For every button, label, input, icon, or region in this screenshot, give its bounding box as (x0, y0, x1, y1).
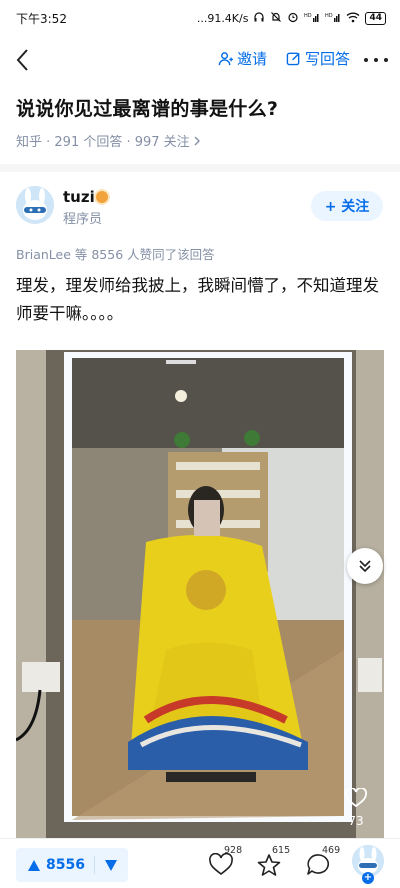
question-meta-text: 知乎 · 291 个回答 · 997 关注 (16, 135, 190, 150)
wifi-icon (346, 11, 360, 25)
like-count: 928 (224, 845, 243, 856)
write-answer-label: 写回答 (305, 50, 351, 68)
answer-image[interactable] (16, 350, 384, 838)
svg-text:HD: HD (325, 13, 333, 19)
question-meta[interactable]: 知乎 · 291 个回答 · 997 关注 (16, 131, 202, 150)
svg-text:HD: HD (304, 13, 312, 19)
signal-hd2-icon: HD (325, 11, 341, 25)
author-name[interactable]: tuzi (63, 188, 95, 206)
edit-icon (286, 52, 300, 66)
more-dot-icon (374, 58, 378, 62)
answer-text: 理发，理发师给我披上，我瞬间懵了，不知道理发师要干嘛。。。。 (16, 276, 379, 323)
heart-outline-icon (345, 787, 367, 808)
upvote-button[interactable]: 8556 (16, 857, 94, 873)
status-icons: ...91.4K/s HD HD 44 (197, 11, 386, 25)
like-button[interactable]: 928 (204, 845, 244, 885)
triangle-up-icon (28, 859, 40, 871)
top-nav-bar: 邀请 写回答 (0, 38, 400, 82)
favorite-button[interactable]: 615 (252, 845, 292, 885)
network-speed: ...91.4K/s (196, 11, 249, 25)
upvote-count: 8556 (46, 857, 85, 873)
section-divider (0, 164, 400, 172)
more-dot-icon (364, 58, 368, 62)
alarm-icon (287, 11, 299, 25)
question-title[interactable]: 说说你见过最离谱的事是什么? (16, 94, 278, 121)
status-time: 下午3:52 (16, 11, 67, 26)
back-arrow-icon (16, 49, 28, 71)
mute-bell-icon (270, 11, 282, 25)
author-avatar[interactable] (16, 186, 54, 224)
chevron-right-icon (194, 136, 200, 145)
vote-control: 8556 (16, 848, 128, 882)
image-like-count: 73 (348, 814, 364, 828)
comment-button[interactable]: 469 (302, 845, 342, 885)
status-bar: 下午3:52 ...91.4K/s HD HD 44 (0, 0, 400, 36)
back-button[interactable] (12, 46, 36, 74)
rabbit-avatar-icon (16, 186, 54, 224)
star-icon (257, 854, 281, 876)
write-answer-button[interactable]: 写回答 (286, 48, 350, 69)
battery-indicator: 44 (365, 11, 386, 25)
image-like-button[interactable]: 73 (341, 787, 371, 828)
salon-mirror-photo (16, 350, 384, 838)
badge-icon (94, 189, 110, 205)
invite-label: 邀请 (237, 50, 268, 68)
headphones-icon (253, 11, 265, 25)
downvote-button[interactable] (95, 859, 127, 871)
invite-button[interactable]: 邀请 (218, 48, 267, 69)
comment-count: 469 (322, 845, 341, 856)
plus-icon[interactable]: + (362, 872, 374, 884)
author-bio: 程序员 (63, 212, 103, 227)
favorite-count: 615 (272, 845, 291, 856)
double-chevron-down-icon (359, 560, 371, 573)
comment-bubble-icon (307, 854, 330, 875)
person-add-icon (218, 52, 233, 66)
triangle-down-icon (105, 859, 117, 871)
heart-icon (209, 853, 233, 876)
upvoters-text[interactable]: BrianLee 等 8556 人赞同了该回答 (16, 244, 215, 263)
bottom-action-bar: 8556 928 615 469 + (0, 838, 400, 888)
signal-hd-icon: HD (304, 11, 320, 25)
expand-button[interactable] (347, 548, 383, 584)
more-options-button[interactable] (364, 50, 388, 70)
follow-button[interactable]: + 关注 (311, 191, 383, 221)
more-dot-icon (384, 58, 388, 62)
